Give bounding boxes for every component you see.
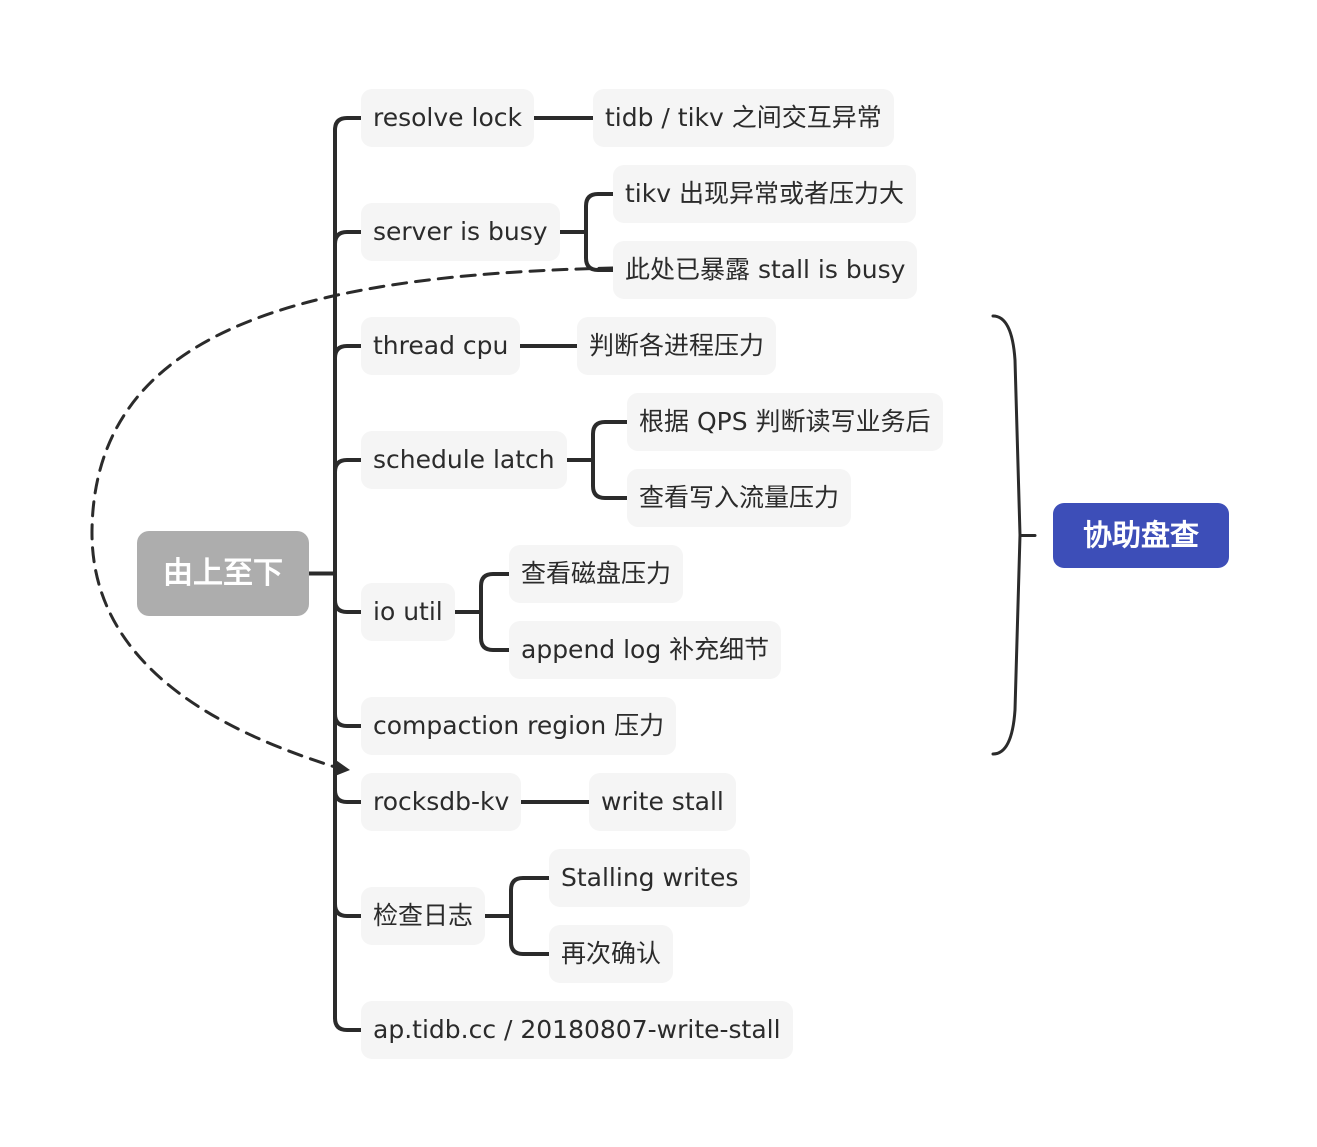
subtopic-qps-read-write[interactable]: 根据 QPS 判断读写业务后 [627,393,943,451]
branch-connector [333,788,363,804]
branch-connector [333,902,363,918]
child-bracket [584,192,615,272]
subtopic-write-stall[interactable]: write stall [589,773,736,831]
branch-schedule-latch[interactable]: schedule latch [361,431,567,489]
subtopic-process-pressure[interactable]: 判断各进程压力 [577,317,777,375]
subtopic-append-log[interactable]: append log 补充细节 [509,621,782,679]
branch-reference-link[interactable]: ap.tidb.cc / 20180807-write-stall [361,1001,793,1059]
subtopic-disk-pressure[interactable]: 查看磁盘压力 [509,545,684,603]
branch-connector [333,116,363,132]
subtopic-write-traffic[interactable]: 查看写入流量压力 [627,469,852,527]
mind-map-canvas: 由上至下 resolve lock server is busy thread … [0,0,1317,1147]
root-topic[interactable]: 由上至下 [137,531,309,616]
summary-topic[interactable]: 协助盘查 [1053,503,1229,568]
branch-connector [333,1016,363,1032]
branch-server-is-busy[interactable]: server is busy [361,203,560,261]
branch-check-log[interactable]: 检查日志 [361,887,486,945]
branch-compaction-region[interactable]: compaction region 压力 [361,697,677,755]
subtopic-tidb-tikv-interaction[interactable]: tidb / tikv 之间交互异常 [593,89,894,147]
branch-thread-cpu[interactable]: thread cpu [361,317,521,375]
branch-io-util[interactable]: io util [361,583,455,641]
subtopic-stall-is-busy[interactable]: 此处已暴露 stall is busy [613,241,918,299]
branch-resolve-lock[interactable]: resolve lock [361,89,534,147]
branch-connector [333,344,363,360]
child-bracket [509,876,551,956]
subtopic-reconfirm[interactable]: 再次确认 [549,925,674,983]
child-bracket [479,572,511,652]
branch-connector [333,712,363,728]
subtopic-tikv-abnormal[interactable]: tikv 出现异常或者压力大 [613,165,916,223]
branch-rocksdb-kv[interactable]: rocksdb-kv [361,773,522,831]
branch-connector [333,458,363,474]
relationship-line [90,266,615,770]
summary-brace [991,314,1022,756]
branch-connector [333,598,363,614]
subtopic-stalling-writes[interactable]: Stalling writes [549,849,751,907]
relationship-arrowhead-icon [333,758,350,776]
child-bracket [591,420,629,500]
branch-connector [333,230,363,246]
